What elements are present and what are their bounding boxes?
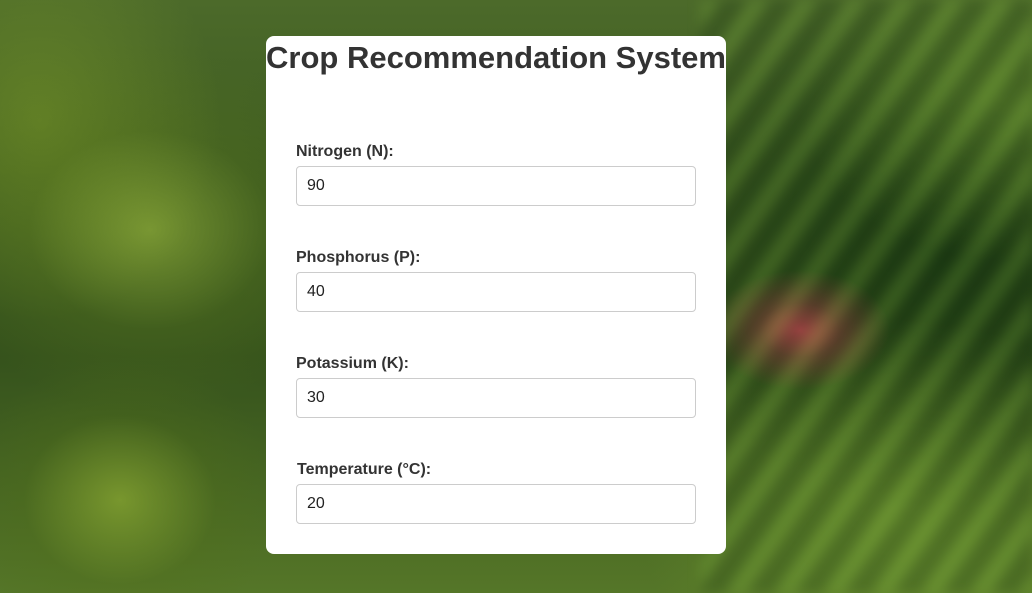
- form-card: Crop Recommendation System Nitrogen (N):…: [266, 36, 726, 554]
- nitrogen-label: Nitrogen (N):: [296, 143, 394, 160]
- phosphorus-input[interactable]: [296, 272, 696, 312]
- background-crop-rows: [700, 0, 1032, 593]
- nitrogen-input[interactable]: [296, 166, 696, 206]
- potassium-input[interactable]: [296, 378, 696, 418]
- temperature-input[interactable]: [296, 484, 696, 524]
- page-title: Crop Recommendation System: [266, 40, 726, 75]
- temperature-label: Temperature (°C):: [297, 461, 432, 478]
- phosphorus-label: Phosphorus (P):: [296, 249, 421, 266]
- potassium-label: Potassium (K):: [296, 355, 409, 372]
